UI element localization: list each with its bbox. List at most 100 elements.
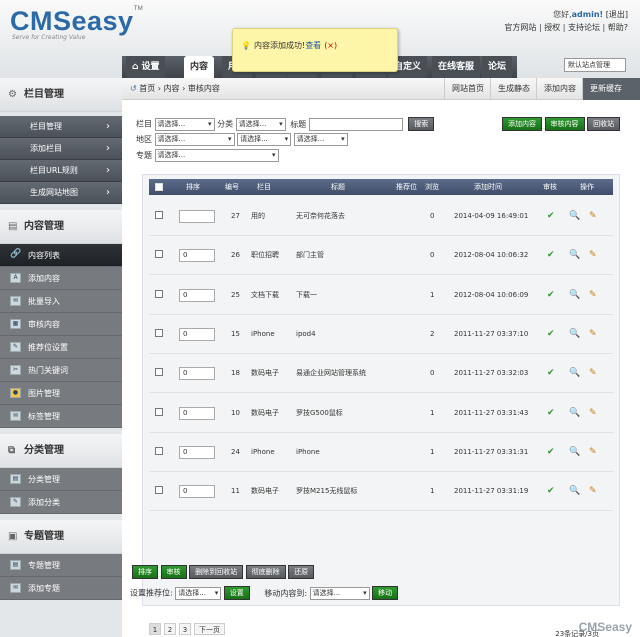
edit-icon[interactable]: ✎	[589, 354, 597, 393]
title-search-input[interactable]	[308, 117, 403, 131]
check-icon[interactable]: ✔	[547, 276, 555, 315]
view-icon[interactable]: 🔍	[569, 197, 580, 236]
back-icon[interactable]: ↺	[130, 84, 137, 93]
tab-online-service[interactable]: 在线客服	[432, 56, 481, 78]
order-input[interactable]: 0	[179, 288, 215, 302]
section-column-manage[interactable]: ⚙ 栏目管理	[0, 78, 122, 112]
sidebar-item-image-manage[interactable]: ● 图片管理	[0, 382, 122, 405]
row-checkbox[interactable]	[155, 368, 163, 377]
edit-icon[interactable]: ✎	[589, 315, 597, 354]
tab-settings[interactable]: ⌂ 设置	[126, 56, 166, 78]
view-icon[interactable]: 🔍	[569, 472, 580, 511]
topic-select[interactable]: 请选择...	[154, 149, 279, 162]
check-icon[interactable]: ✔	[547, 394, 555, 433]
sidebar-item-content-list[interactable]: 🔗 内容列表	[0, 244, 122, 267]
order-input[interactable]: 0	[179, 249, 215, 263]
row-title[interactable]: 部门主管	[296, 236, 324, 275]
view-icon[interactable]: 🔍	[569, 276, 580, 315]
search-button[interactable]: 搜索	[408, 117, 435, 131]
sidebar-item-hot-keywords[interactable]: ✂ 热门关键词	[0, 359, 122, 382]
delete-permanently-button[interactable]: 彻底删除	[245, 565, 286, 579]
row-title[interactable]: 下载一	[296, 276, 317, 315]
breadcrumb-content[interactable]: 内容	[164, 84, 180, 93]
audit-button[interactable]: 审核	[160, 565, 187, 579]
edit-icon[interactable]: ✎	[589, 197, 597, 236]
row-title[interactable]: 罗技M215无线鼠标	[296, 472, 357, 511]
toast-close[interactable]: (×)	[324, 41, 337, 50]
forum-link[interactable]: 支持论坛	[568, 23, 600, 32]
tab-forum[interactable]: 论坛	[482, 56, 513, 78]
sidebar-item-tag-manage[interactable]: ✉ 标签管理	[0, 405, 122, 428]
row-title[interactable]: 无可奈何花落去	[296, 197, 345, 236]
check-icon[interactable]: ✔	[547, 197, 555, 236]
section-category-manage[interactable]: ⧉ 分类管理	[0, 434, 122, 468]
edit-icon[interactable]: ✎	[589, 276, 597, 315]
check-icon[interactable]: ✔	[547, 433, 555, 472]
sidebar-item-add-category[interactable]: ✎ 添加分类	[0, 491, 122, 514]
restore-button[interactable]: 还原	[288, 565, 315, 579]
sort-button[interactable]: 排序	[132, 565, 158, 579]
rec-position-select[interactable]: 请选择...	[175, 586, 222, 600]
row-checkbox[interactable]	[155, 250, 163, 259]
sidebar-item-column-manage[interactable]: 栏目管理 ›	[0, 116, 122, 138]
view-icon[interactable]: 🔍	[569, 236, 580, 275]
order-input[interactable]	[179, 210, 215, 223]
order-input[interactable]: 0	[179, 367, 215, 381]
region-select-3[interactable]: 请选择...	[293, 133, 348, 146]
column-select[interactable]: 请选择...	[154, 117, 215, 131]
region-select-1[interactable]: 请选择...	[154, 133, 235, 146]
select-all-checkbox[interactable]	[155, 183, 163, 191]
row-checkbox[interactable]	[155, 328, 163, 337]
page-2[interactable]: 2	[164, 623, 176, 635]
official-site-link[interactable]: 官方网站	[504, 23, 536, 32]
check-icon[interactable]: ✔	[547, 315, 555, 354]
breadcrumb-home[interactable]: 首页	[139, 84, 155, 93]
add-content-button[interactable]: 添加内容	[502, 117, 542, 131]
order-input[interactable]: 0	[179, 406, 215, 420]
set-rec-button[interactable]: 设置	[223, 586, 250, 600]
move-to-recycle-button[interactable]: 删除到回收站	[189, 565, 244, 579]
row-checkbox[interactable]	[155, 446, 163, 455]
row-checkbox[interactable]	[155, 407, 163, 416]
sidebar-item-url-rules[interactable]: 栏目URL规则 ›	[0, 160, 122, 182]
row-checkbox[interactable]	[155, 211, 163, 219]
category-select[interactable]: 请选择...	[235, 117, 286, 131]
logout-link[interactable]: [退出]	[606, 10, 628, 19]
row-title[interactable]: 易通企业网站管理系统	[296, 354, 366, 393]
check-icon[interactable]: ✔	[547, 472, 555, 511]
order-input[interactable]: 0	[179, 485, 215, 499]
sidebar-item-rec-settings[interactable]: ✎ 推荐位设置	[0, 336, 122, 359]
view-icon[interactable]: 🔍	[569, 315, 580, 354]
check-icon[interactable]: ✔	[547, 236, 555, 275]
row-checkbox[interactable]	[155, 486, 163, 495]
update-cache-link[interactable]: 更新缓存	[582, 78, 640, 100]
sidebar-item-topic-manage[interactable]: ▤ 专题管理	[0, 554, 122, 577]
next-page[interactable]: 下一页	[194, 623, 225, 635]
view-icon[interactable]: 🔍	[569, 354, 580, 393]
move-target-select[interactable]: 请选择...	[309, 586, 370, 600]
sidebar-item-add-column[interactable]: 添加栏目 ›	[0, 138, 122, 160]
tab-content[interactable]: 内容	[184, 56, 215, 78]
section-content-manage[interactable]: ▤ 内容管理	[0, 210, 122, 244]
sidebar-item-sitemap[interactable]: 生成网站地图 ›	[0, 182, 122, 204]
sidebar-item-category-manage[interactable]: ▤ 分类管理	[0, 468, 122, 491]
order-input[interactable]: 0	[179, 327, 215, 341]
row-checkbox[interactable]	[155, 289, 163, 298]
audit-content-button[interactable]: 审核内容	[544, 117, 585, 131]
generate-static-link[interactable]: 生成静态	[490, 78, 537, 100]
license-link[interactable]: 授权	[544, 23, 560, 32]
page-1[interactable]: 1	[149, 623, 161, 635]
check-icon[interactable]: ✔	[547, 354, 555, 393]
site-home-link[interactable]: 网站首页	[444, 78, 491, 100]
edit-icon[interactable]: ✎	[589, 472, 597, 511]
edit-icon[interactable]: ✎	[589, 394, 597, 433]
sidebar-item-batch-import[interactable]: ✉ 批量导入	[0, 290, 122, 313]
view-icon[interactable]: 🔍	[569, 394, 580, 433]
move-button[interactable]: 移动	[372, 586, 399, 600]
edit-icon[interactable]: ✎	[589, 433, 597, 472]
section-topic-manage[interactable]: ▣ 专题管理	[0, 520, 122, 554]
site-select[interactable]: 默认站点管理	[564, 58, 626, 72]
view-icon[interactable]: 🔍	[569, 433, 580, 472]
help-link[interactable]: 帮助?	[608, 23, 628, 32]
row-title[interactable]: 罗技G500鼠标	[296, 394, 343, 433]
